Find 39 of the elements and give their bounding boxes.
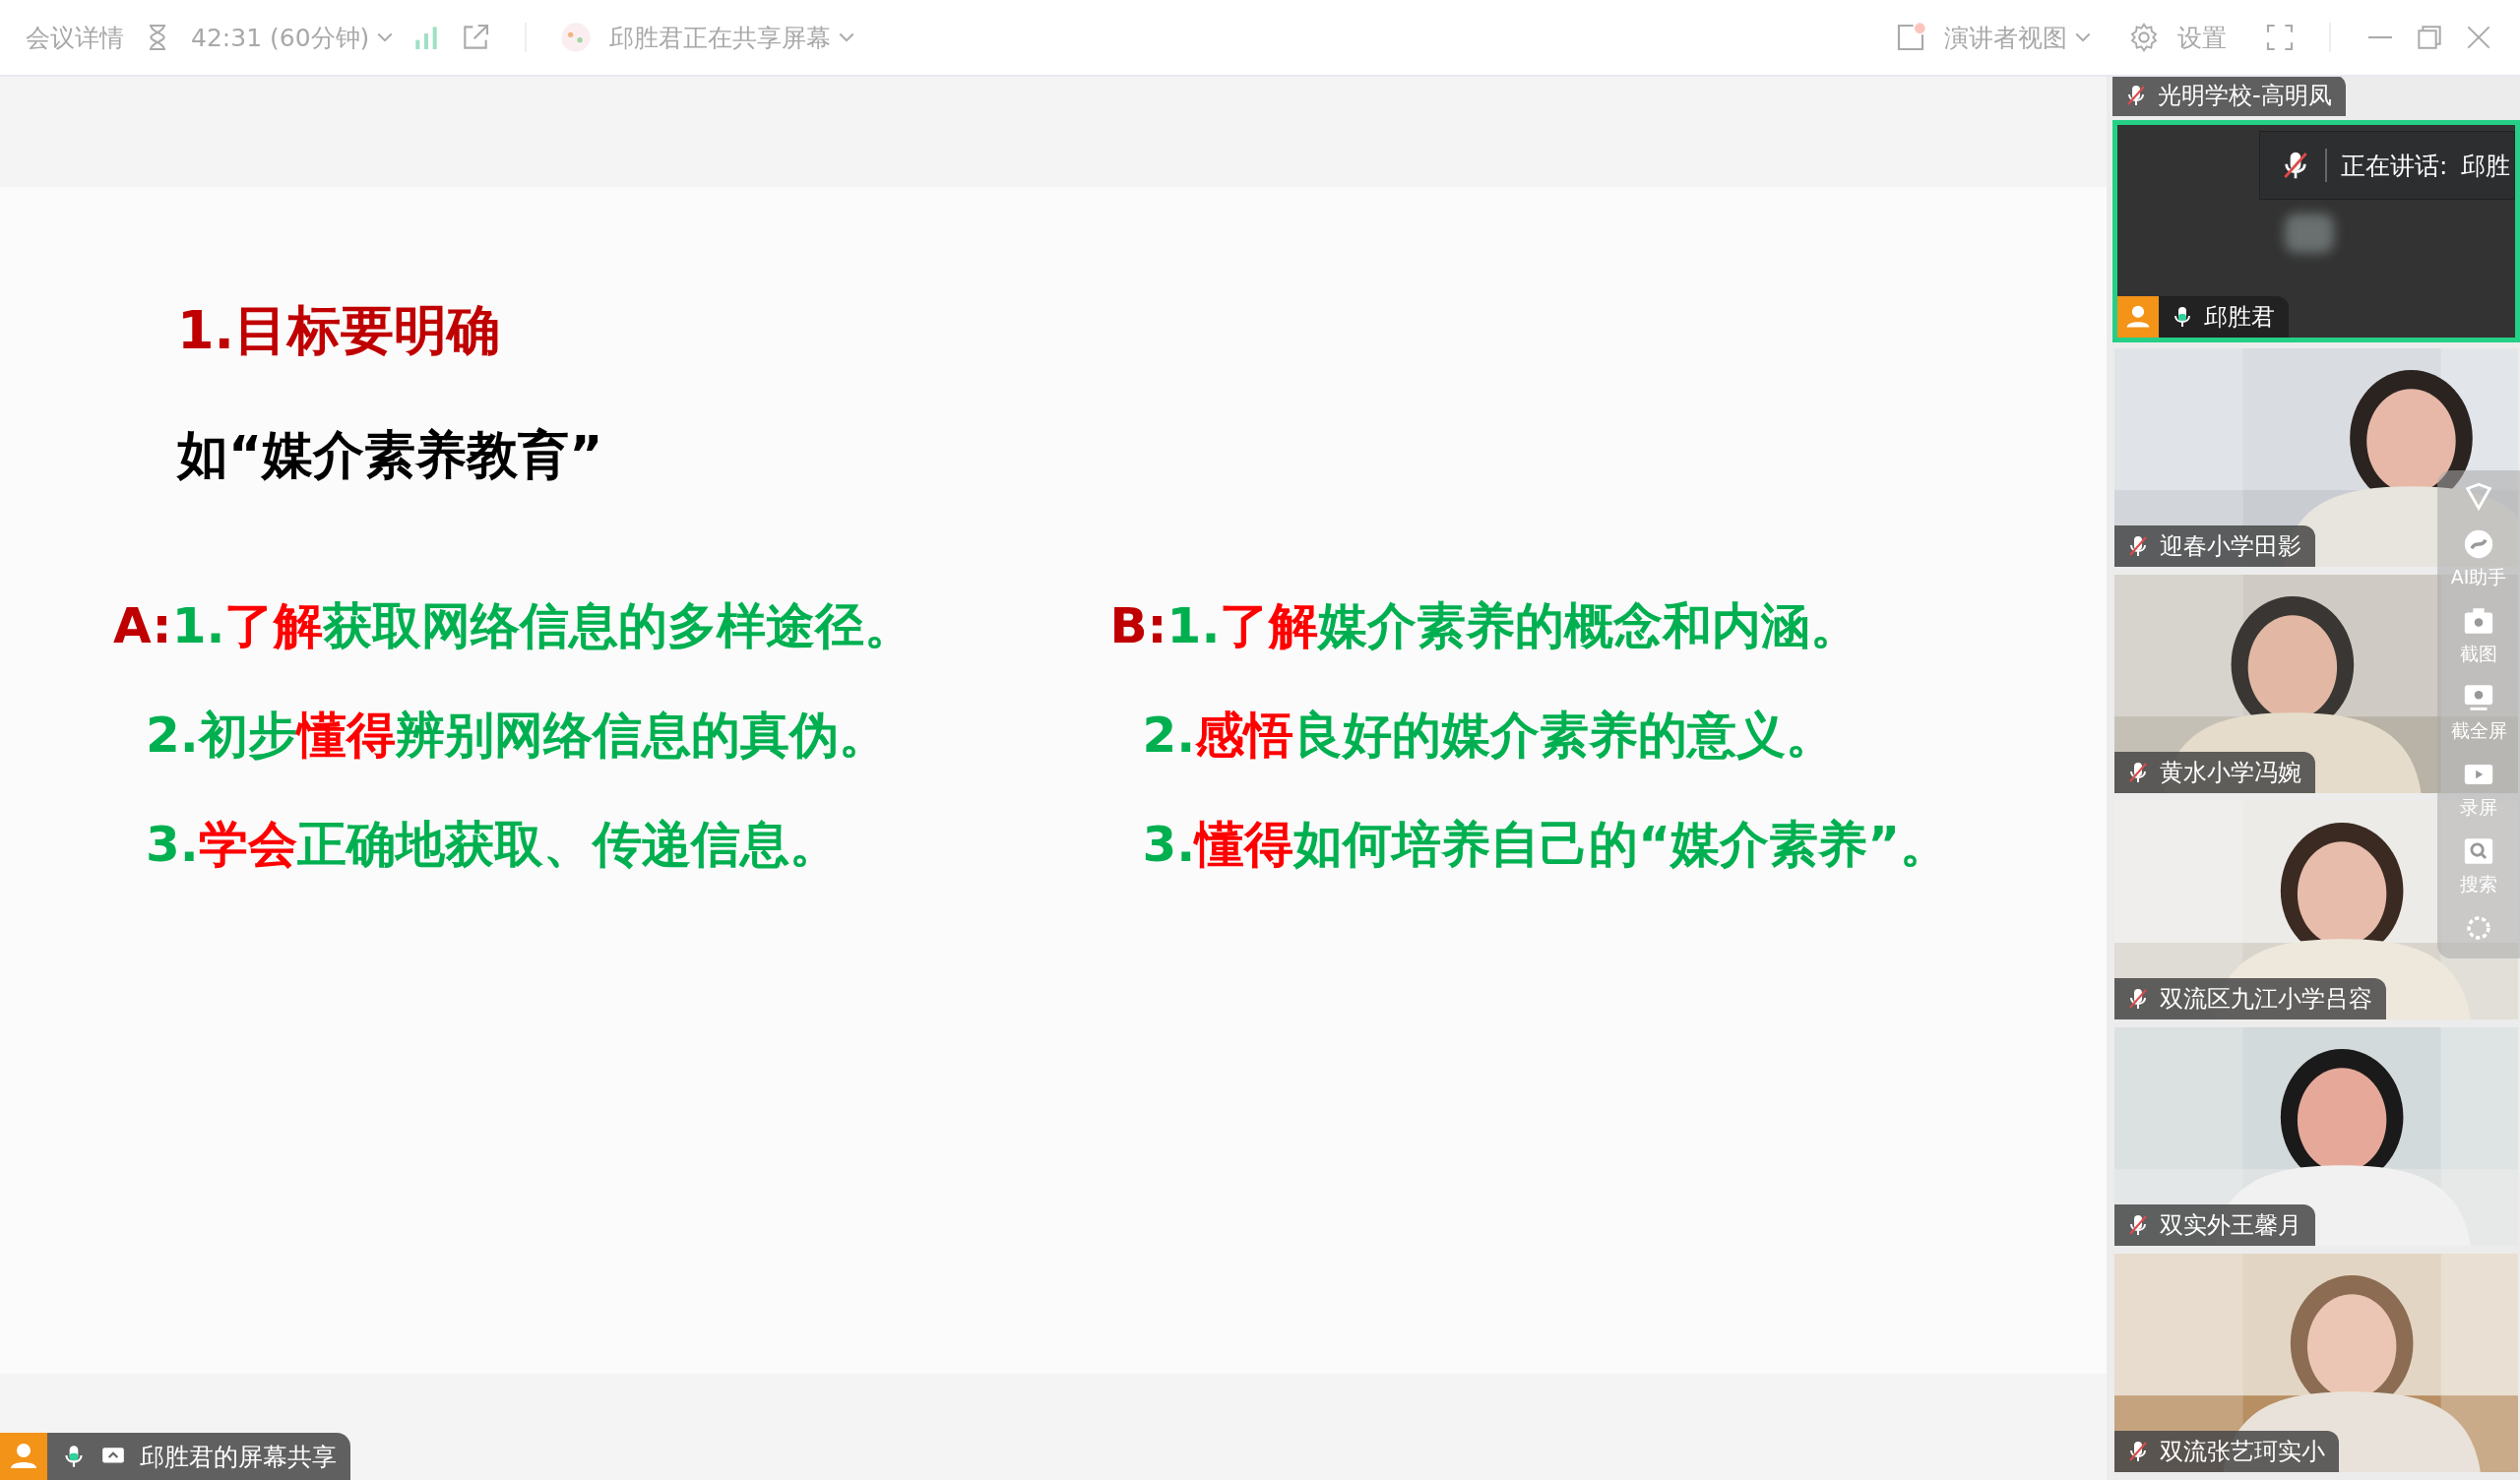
participant-name: 双流区九江小学吕容 xyxy=(2160,984,2372,1015)
video-tile[interactable]: 双流张艺珂实小 xyxy=(2112,1252,2520,1474)
ai-icon xyxy=(2462,527,2495,561)
chevron-down-icon xyxy=(839,31,855,43)
objective-line: 2.感悟良好的媒介素养的意义。 xyxy=(1141,706,1837,766)
video-tile[interactable]: 双实外王馨月 xyxy=(2112,1025,2520,1248)
chevron-down-icon xyxy=(2075,31,2091,43)
participant-name: 邱胜君 xyxy=(2204,302,2275,333)
meeting-timer[interactable]: 42:31 (60分钟) xyxy=(191,21,370,54)
slide-subtitle: 如“媒介素养教育” xyxy=(177,424,604,486)
participant-name: 黄水小学冯婉 xyxy=(2160,758,2301,788)
objective-line: A:1.了解获取网络信息的多样途径。 xyxy=(113,596,915,656)
meeting-info-button[interactable]: 会议详情 xyxy=(26,21,124,54)
objective-line: 2.初步懂得辨别网络信息的真伪。 xyxy=(145,706,889,766)
chevron-down-icon xyxy=(377,31,394,43)
participant-name: 双实外王馨月 xyxy=(2160,1210,2301,1241)
sharer-avatar-icon xyxy=(560,22,593,53)
fullscreen-icon[interactable] xyxy=(2264,22,2296,53)
speaker-name: 邱胜 xyxy=(2461,150,2511,182)
avatar-icon xyxy=(2117,296,2159,338)
participant-name: 光明学校-高明凤 xyxy=(2158,81,2332,111)
presenter-view-button[interactable]: 演讲者视图 xyxy=(1944,21,2067,54)
video-tile[interactable]: 正在讲话: 邱胜 邱胜君 xyxy=(2112,120,2520,342)
tool-button[interactable]: 截全屏 xyxy=(2450,681,2507,744)
settings-icon[interactable] xyxy=(2128,22,2160,53)
speaking-label: 正在讲话: xyxy=(2341,150,2448,182)
objective-line: 3.懂得如何培养自己的“媒介素养”。 xyxy=(1141,815,1951,875)
video-tile[interactable]: 迎春小学田影 xyxy=(2112,346,2520,569)
presenter-view-icon[interactable] xyxy=(1895,22,1926,53)
objective-line: 3.学会正确地获取、传递信息。 xyxy=(145,815,840,875)
objective-line: B:1.了解媒介素养的概念和内涵。 xyxy=(1109,596,1861,656)
participant-name: 迎春小学田影 xyxy=(2160,531,2301,562)
settings-button[interactable]: 设置 xyxy=(2177,21,2227,54)
share-label: 邱胜君的屏幕共享 xyxy=(140,1441,337,1473)
slide-title: 1.目标要明确 xyxy=(177,298,502,363)
video-off-placeholder xyxy=(2285,214,2334,253)
share-status-button[interactable]: 邱胜君正在共享屏幕 xyxy=(609,21,832,54)
tool-button[interactable]: 截图 xyxy=(2460,604,2497,667)
participant-name: 双流张艺珂实小 xyxy=(2160,1437,2325,1467)
